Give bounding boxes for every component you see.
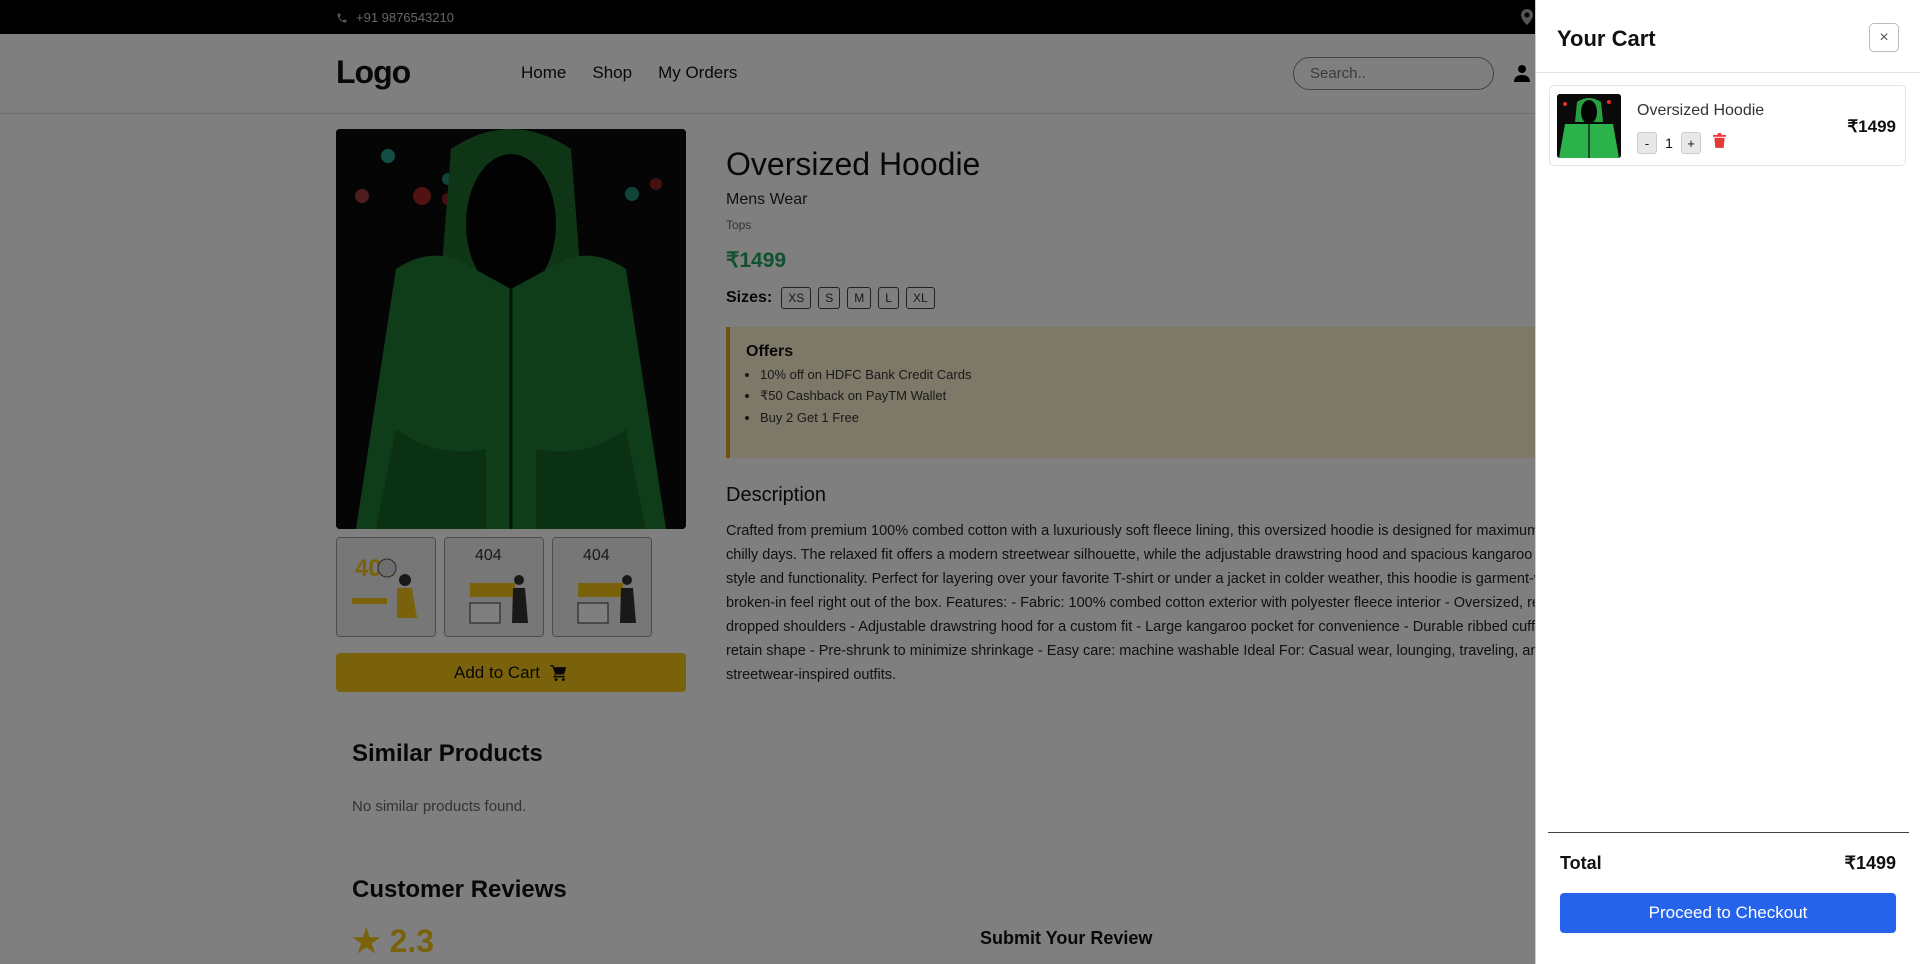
cart-item-image bbox=[1557, 94, 1621, 158]
trash-icon[interactable] bbox=[1713, 133, 1726, 153]
close-icon: × bbox=[1879, 28, 1889, 46]
cart-item-name: Oversized Hoodie bbox=[1637, 102, 1765, 119]
cart-title: Your Cart bbox=[1557, 26, 1656, 51]
divider bbox=[1536, 72, 1920, 73]
total-value: ₹1499 bbox=[1844, 853, 1897, 873]
quantity-stepper: - 1 + bbox=[1637, 132, 1726, 154]
divider bbox=[1548, 832, 1909, 833]
quantity-value: 1 bbox=[1665, 135, 1673, 151]
decrease-quantity-button[interactable]: - bbox=[1637, 132, 1657, 154]
total-label: Total bbox=[1560, 853, 1602, 873]
cart-item: Oversized Hoodie - 1 + ₹1499 bbox=[1549, 85, 1906, 166]
proceed-to-checkout-button[interactable]: Proceed to Checkout bbox=[1560, 893, 1896, 933]
close-cart-button[interactable]: × bbox=[1869, 23, 1899, 52]
increase-quantity-button[interactable]: + bbox=[1681, 132, 1701, 154]
cart-drawer: Your Cart × Oversized Hoodie - 1 + ₹1499… bbox=[1535, 0, 1920, 964]
cart-item-price: ₹1499 bbox=[1847, 117, 1896, 136]
